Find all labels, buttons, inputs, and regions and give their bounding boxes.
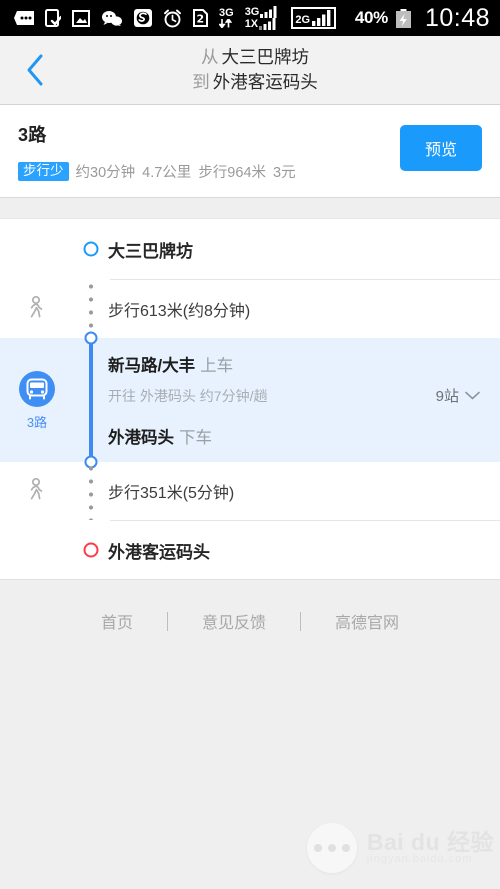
watermark-brand: Bai du 经验 [366, 829, 494, 856]
timeline-column [74, 219, 108, 279]
walk-instruction: 步行613米(约8分钟) [108, 303, 251, 320]
step-body: 外港客运码头 [108, 521, 500, 579]
timeline-column [74, 521, 108, 579]
empty-area: Bai du 经验 jingyan.baidu.com [0, 649, 500, 889]
board-stop-row: 新马路/大丰 上车 [108, 352, 484, 376]
step-body: 新马路/大丰 上车 开往 外港码头 约7分钟/趟 9站 外港码头 下车 [108, 338, 500, 462]
step-body: 步行351米(5分钟) [108, 462, 500, 520]
wechat-icon [102, 11, 122, 26]
list-item[interactable]: 大三巴牌坊 [0, 219, 500, 279]
origin-name: 大三巴牌坊 [108, 241, 193, 261]
bus-solid-line [89, 338, 93, 462]
nav-title-block: 从大三巴牌坊 到外港客运码头 [70, 45, 500, 95]
section-divider [0, 197, 500, 219]
dot [327, 844, 336, 852]
battery-percent: 40% [354, 8, 388, 27]
route-steps-list: 大三巴牌坊 步行613米(约8分钟) 3路 新马路/大丰 上车 开往 外港码头 … [0, 219, 500, 579]
status-bar-clock: 10:48 [424, 3, 490, 32]
route-distance: 4.7公里 [142, 165, 192, 181]
svg-text:2: 2 [196, 13, 204, 26]
walk-dotted-line [88, 462, 94, 520]
alight-stop-name: 外港码头 [108, 429, 174, 447]
phone-check-icon [45, 9, 61, 27]
step-body: 步行613米(约8分钟) [108, 280, 500, 338]
footer-link-home[interactable]: 首页 [67, 609, 167, 633]
walk-instruction: 步行351米(5分钟) [108, 485, 235, 502]
bus-detail-row: 开往 外港码头 约7分钟/趟 9站 [108, 385, 484, 406]
timeline-column [74, 280, 108, 338]
back-button[interactable] [0, 36, 70, 104]
bus-icon [19, 371, 55, 407]
3g-1x-signal-icon: 3G 1X [245, 6, 281, 30]
2g-signal-icon: 2G [291, 7, 337, 29]
alarm-clock-icon [164, 9, 181, 27]
nav-header: 从大三巴牌坊 到外港客运码头 [0, 36, 500, 105]
from-location: 大三巴牌坊 [221, 47, 310, 68]
photo-icon [72, 9, 90, 27]
watermark-url: jingyan.baidu.com [366, 853, 473, 866]
step-mode-column [0, 462, 74, 520]
3g-data-icon: 3G [219, 8, 234, 28]
step-body: 大三巴牌坊 [108, 219, 500, 279]
destination-name: 外港客运码头 [108, 542, 210, 562]
timeline-column [74, 331, 108, 469]
chevron-down-icon [465, 391, 480, 400]
walk-dotted-line [88, 280, 94, 338]
more-dots-icon [306, 823, 357, 873]
messages-icon [14, 11, 34, 25]
pedestrian-icon [30, 478, 43, 500]
route-price: 3元 [273, 165, 296, 181]
route-from-line: 从大三巴牌坊 [70, 45, 440, 70]
destination-node-icon [83, 542, 99, 558]
status-bar: 2 3G 3G 1X 2G 40% 10:48 [0, 0, 500, 36]
bus-direction: 开往 外港码头 约7分钟/趟 [108, 387, 268, 404]
board-node-icon [84, 331, 98, 345]
battery-charging-icon [395, 8, 411, 28]
stops-count: 9站 [435, 388, 459, 405]
route-meta-row: 步行少 约30分钟 4.7公里 步行964米 3元 [18, 161, 400, 182]
footer-link-feedback[interactable]: 意见反馈 [168, 609, 300, 633]
dot [341, 844, 350, 852]
sogou-icon [134, 9, 152, 27]
timeline-column [74, 462, 108, 520]
preview-button[interactable]: 预览 [400, 125, 482, 171]
app-root: 2 3G 3G 1X 2G 40% 10:48 从 大三巴牌坊 到 外港客运码头… [0, 0, 500, 889]
footer-spacer [0, 579, 500, 593]
sim2-icon: 2 [193, 9, 208, 27]
list-item-bus-segment[interactable]: 3路 新马路/大丰 上车 开往 外港码头 约7分钟/趟 9站 外港码头 下车 [0, 331, 500, 469]
list-item[interactable]: 步行613米(约8分钟) [0, 280, 500, 338]
stops-expander[interactable]: 9站 [436, 385, 484, 406]
step-mode-column [0, 521, 74, 579]
route-walking-distance: 步行964米 [198, 165, 267, 181]
pedestrian-icon [30, 296, 43, 318]
watermark: Bai du 经验 jingyan.baidu.com [306, 823, 494, 873]
footer-link-official-site[interactable]: 高德官网 [301, 609, 433, 633]
from-prefix: 从 [201, 47, 219, 68]
bus-line-label: 3路 [26, 415, 48, 430]
status-bar-right: 40% 10:48 [355, 4, 490, 33]
to-prefix: 到 [192, 72, 210, 92]
footer-links: 首页 意见反馈 高德官网 [0, 593, 500, 649]
route-duration: 约30分钟 [75, 165, 136, 181]
alight-action: 下车 [179, 429, 212, 447]
route-to-line: 到外港客运码头 [70, 70, 440, 95]
status-badge: 步行少 [18, 162, 69, 181]
watermark-text: Bai du 经验 jingyan.baidu.com [367, 830, 494, 866]
step-mode-column [0, 219, 74, 279]
status-bar-left-icons: 2 3G 3G 1X 2G [14, 6, 355, 30]
list-item[interactable]: 外港客运码头 [0, 521, 500, 579]
chevron-left-icon [27, 54, 43, 86]
board-action: 上车 [200, 357, 234, 375]
list-item[interactable]: 步行351米(5分钟) [0, 462, 500, 520]
origin-node-icon [83, 241, 99, 257]
board-stop-name: 新马路/大丰 [108, 357, 196, 375]
route-name: 3路 [18, 125, 47, 145]
route-summary-card: 3路 步行少 约30分钟 4.7公里 步行964米 3元 预览 [0, 105, 500, 197]
step-mode-column: 3路 [0, 338, 74, 462]
dot [313, 844, 322, 852]
alight-stop-row: 外港码头 下车 [108, 424, 484, 448]
to-location: 外港客运码头 [212, 72, 318, 92]
step-mode-column [0, 280, 74, 338]
